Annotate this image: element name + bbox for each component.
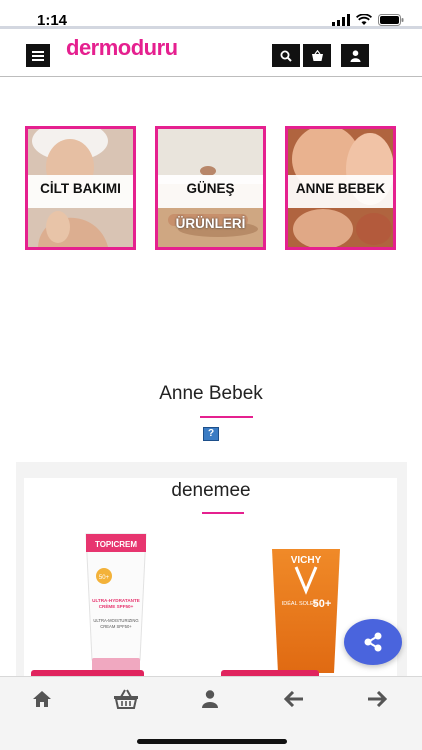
product-brand: VICHY [291, 555, 322, 566]
logo[interactable]: dermoduru [66, 35, 178, 61]
status-icons [332, 14, 404, 26]
nav-home[interactable] [22, 685, 62, 713]
basket-icon [114, 689, 138, 709]
search-icon [280, 50, 292, 62]
product-line2: CRÈME SPF50+ [99, 602, 134, 609]
status-bar: 1:14 [0, 0, 422, 30]
header: dermoduru [0, 29, 422, 77]
panel-title: denemee [171, 480, 251, 501]
menu-icon [32, 50, 44, 61]
section-title: Anne Bebek [159, 383, 263, 404]
arrow-left-icon [284, 691, 303, 707]
account-button[interactable] [341, 44, 369, 67]
signal-icon [332, 14, 350, 26]
product-image-topicrem[interactable]: TOPICREM 50+ ULTRA-HYDRATANTE CRÈME SPF5… [82, 530, 150, 672]
wifi-icon [356, 14, 372, 25]
product-line3: ULTRA-MOISTURIZING [93, 618, 138, 623]
category-label-line2: ÜRÜNLERİ [175, 216, 246, 231]
help-icon[interactable]: ? [203, 427, 219, 441]
cart-icon [311, 49, 323, 61]
product-spf: 50+ [99, 575, 110, 581]
product-image-vichy[interactable]: VICHY IDÉAL SOLEIL 50+ [270, 545, 342, 673]
nav-account[interactable] [190, 685, 230, 713]
nav-forward[interactable] [357, 685, 397, 713]
category-tile-cilt-bakimi[interactable]: CİLT BAKIMI [25, 126, 136, 250]
category-tile-anne-bebek[interactable]: ANNE BEBEK [285, 126, 396, 250]
share-icon [364, 632, 382, 652]
cart-button[interactable] [303, 44, 331, 67]
share-button[interactable] [344, 619, 402, 665]
product-line4: CREAM SPF50+ [100, 624, 132, 629]
section-underline [200, 416, 253, 418]
category-label: CİLT BAKIMI [40, 181, 121, 196]
user-icon [350, 49, 360, 62]
product-spf: 50+ [313, 598, 332, 610]
user-icon [202, 690, 218, 708]
category-tile-gunes-urunleri[interactable]: GÜNEŞ ÜRÜNLERİ [155, 126, 266, 250]
product-line1: ULTRA-HYDRATANTE [92, 598, 140, 603]
home-indicator[interactable] [137, 739, 287, 744]
panel-underline [202, 512, 244, 514]
product-brand: TOPICREM [95, 540, 137, 549]
nav-back[interactable] [274, 685, 314, 713]
nav-basket[interactable] [106, 685, 146, 713]
battery-icon [378, 14, 404, 26]
category-label: GÜNEŞ [186, 181, 235, 196]
search-button[interactable] [272, 44, 300, 67]
menu-button[interactable] [26, 44, 50, 67]
arrow-right-icon [368, 691, 387, 707]
category-label: ANNE BEBEK [295, 181, 386, 196]
home-icon [33, 691, 51, 707]
